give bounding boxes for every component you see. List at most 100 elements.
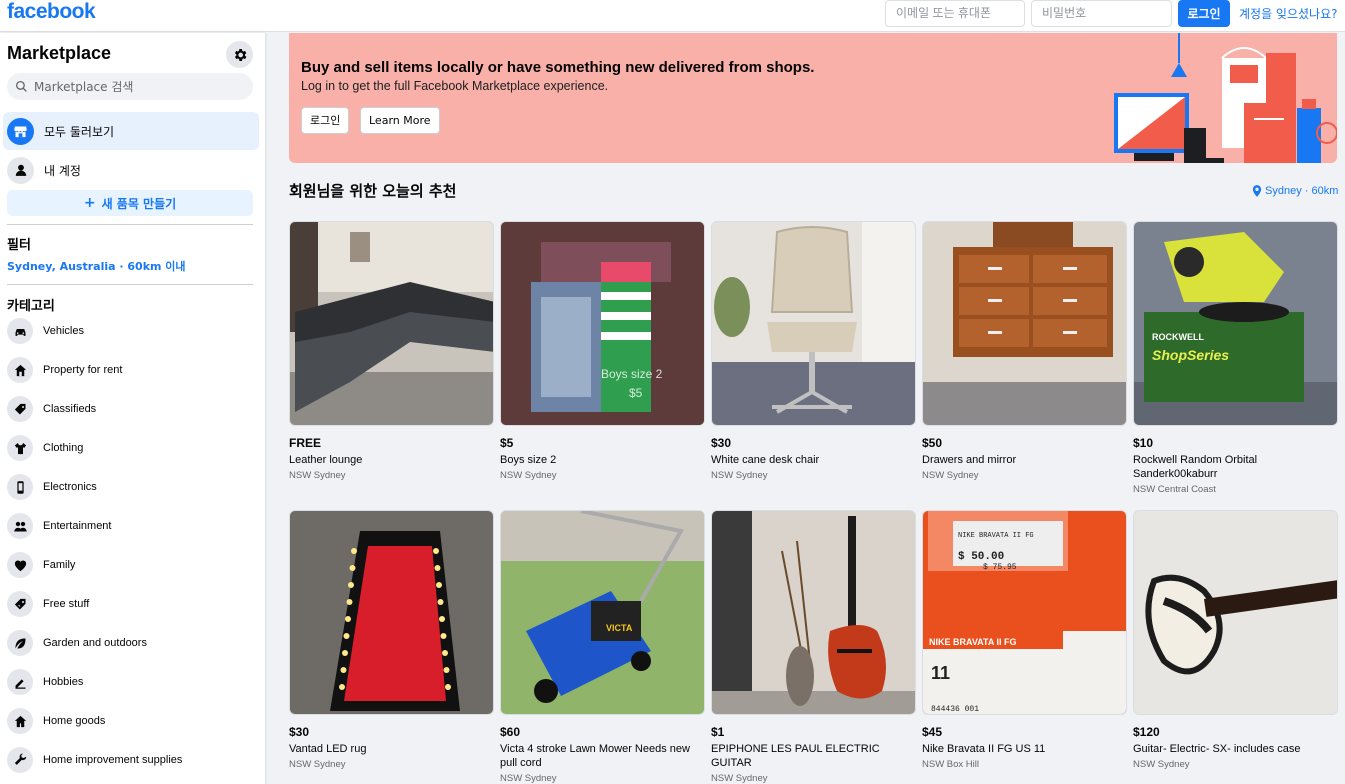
listing-price: $50 bbox=[922, 436, 943, 450]
listing-image[interactable]: NIKE BRAVATA II FG $ 50.00 $ 75.95 NIKE BRA… bbox=[922, 510, 1127, 715]
create-listing-button[interactable]: + 새 품목 만들기 bbox=[7, 190, 253, 216]
listing-card[interactable]: $30 White cane desk chair NSW Sydney bbox=[711, 221, 916, 481]
svg-text:844436 001: 844436 001 bbox=[931, 705, 979, 714]
listing-card[interactable]: Boys size 2 $5 $5 Boys size 2 NSW Sydney bbox=[500, 221, 705, 481]
house-icon bbox=[7, 357, 33, 383]
facebook-logo[interactable]: facebook bbox=[7, 0, 96, 24]
category-property-for-rent[interactable]: Property for rent bbox=[7, 355, 122, 385]
listing-card[interactable]: VICTA $60 Victa 4 stroke Lawn Mower Needs … bbox=[500, 510, 705, 784]
listing-image[interactable]: ROCKWELL ShopSeries bbox=[1133, 221, 1338, 426]
svg-text:$5: $5 bbox=[629, 386, 643, 400]
listing-title: Leather lounge bbox=[289, 454, 363, 466]
create-listing-label: 새 품목 만들기 bbox=[101, 196, 177, 211]
listing-card[interactable]: $120 Guitar- Electric- SX- includes case N… bbox=[1133, 510, 1338, 770]
location-pin-icon bbox=[1252, 185, 1262, 197]
phone-icon bbox=[7, 474, 33, 500]
listing-location: NSW Sydney bbox=[500, 470, 557, 481]
sidebar-title: Marketplace bbox=[7, 43, 112, 63]
category-label: Electronics bbox=[43, 481, 97, 493]
listing-image[interactable]: VICTA bbox=[500, 510, 705, 715]
category-label: Hobbies bbox=[43, 676, 84, 688]
listing-location: NSW Sydney bbox=[1133, 759, 1190, 770]
svg-text:ROCKWELL: ROCKWELL bbox=[1152, 332, 1204, 342]
listing-price: FREE bbox=[289, 436, 322, 450]
category-label: Classifieds bbox=[43, 403, 97, 415]
category-label: Property for rent bbox=[43, 364, 123, 376]
svg-text:$ 50.00: $ 50.00 bbox=[958, 551, 1004, 563]
category-label: Garden and outdoors bbox=[43, 637, 147, 649]
listing-price: $30 bbox=[289, 725, 310, 739]
divider bbox=[7, 224, 253, 225]
listing-card[interactable]: $30 Vantad LED rug NSW Sydney bbox=[289, 510, 494, 770]
listing-price: $1 bbox=[711, 725, 725, 739]
listing-price: $5 bbox=[500, 436, 514, 450]
category-entertainment[interactable]: Entertainment bbox=[7, 511, 111, 541]
listing-card[interactable]: ROCKWELL ShopSeries $10 Rockwell Random Orb… bbox=[1133, 221, 1338, 495]
listing-card[interactable]: FREE Leather lounge NSW Sydney bbox=[289, 221, 494, 481]
category-electronics[interactable]: Electronics bbox=[7, 472, 97, 502]
listing-location: NSW Sydney bbox=[711, 470, 768, 481]
banner-heading: Buy and sell items locally or have somet… bbox=[301, 59, 815, 76]
nav-label: 모두 둘러보기 bbox=[44, 124, 115, 139]
nav-my-account[interactable]: 내 계정 bbox=[0, 151, 260, 189]
banner-login-button[interactable]: 로그인 bbox=[301, 107, 350, 134]
search-icon bbox=[15, 80, 27, 92]
category-free-stuff[interactable]: Free stuff bbox=[7, 589, 89, 619]
category-vehicles[interactable]: Vehicles bbox=[7, 316, 84, 346]
category-clothing[interactable]: Clothing bbox=[7, 433, 83, 463]
listing-image[interactable] bbox=[289, 510, 494, 715]
listing-price: $45 bbox=[922, 725, 943, 739]
listing-price: $60 bbox=[500, 725, 521, 739]
top-bar: facebook 이메일 또는 휴대폰 비밀번호 로그인 계정을 잊으셨나요? bbox=[0, 0, 1345, 32]
location-filter-link[interactable]: Sydney, Australia · 60km 이내 bbox=[7, 258, 186, 274]
category-garden-and-outdoors[interactable]: Garden and outdoors bbox=[7, 628, 147, 658]
plus-icon: + bbox=[83, 195, 96, 211]
category-label: Vehicles bbox=[43, 325, 84, 337]
listing-image[interactable] bbox=[1133, 510, 1338, 715]
tag-icon bbox=[7, 396, 33, 422]
listing-title: EPIPHONE LES PAUL ELECTRIC GUITAR bbox=[711, 743, 880, 769]
search-input[interactable]: Marketplace 검색 bbox=[7, 73, 253, 100]
listing-title: White cane desk chair bbox=[711, 454, 820, 466]
svg-text:Boys size 2: Boys size 2 bbox=[601, 367, 663, 381]
banner-subtext: Log in to get the full Facebook Marketpl… bbox=[301, 79, 609, 93]
login-button[interactable]: 로그인 bbox=[1178, 0, 1230, 27]
listing-card[interactable]: NIKE BRAVATA II FG $ 50.00 $ 75.95 NIKE BRA… bbox=[922, 510, 1127, 770]
listing-image[interactable] bbox=[289, 221, 494, 426]
listing-price: $120 bbox=[1133, 725, 1160, 739]
listing-image[interactable] bbox=[922, 221, 1127, 426]
category-home-improvement-supplies[interactable]: Home improvement supplies bbox=[7, 745, 182, 775]
category-label: Home goods bbox=[43, 715, 106, 727]
password-field[interactable]: 비밀번호 bbox=[1031, 0, 1172, 27]
gear-icon[interactable] bbox=[226, 41, 253, 68]
filter-title: 필터 bbox=[7, 238, 31, 253]
listing-card[interactable]: $50 Drawers and mirror NSW Sydney bbox=[922, 221, 1127, 481]
category-home-goods[interactable]: Home goods bbox=[7, 706, 105, 736]
wrench-icon bbox=[7, 747, 33, 773]
category-label: Free stuff bbox=[43, 598, 90, 610]
listing-card[interactable]: $1 EPIPHONE LES PAUL ELECTRIC GUITAR NSW S… bbox=[711, 510, 916, 784]
listing-title: Victa 4 stroke Lawn Mower Needs new pull… bbox=[500, 743, 690, 769]
category-hobbies[interactable]: Hobbies bbox=[7, 667, 83, 697]
location-link[interactable]: Sydney · 60km bbox=[1252, 185, 1338, 197]
forgot-account-link[interactable]: 계정을 잊으셨나요? bbox=[1239, 5, 1338, 22]
shirt-icon bbox=[7, 435, 33, 461]
category-family[interactable]: Family bbox=[7, 550, 75, 580]
email-field[interactable]: 이메일 또는 휴대폰 bbox=[885, 0, 1025, 27]
home-icon bbox=[7, 708, 33, 734]
category-label: Family bbox=[43, 559, 76, 571]
listing-image[interactable] bbox=[711, 510, 916, 715]
people-icon bbox=[7, 513, 33, 539]
listing-title: Boys size 2 bbox=[500, 454, 557, 466]
nav-browse-all[interactable]: 모두 둘러보기 bbox=[3, 112, 259, 150]
learn-more-button[interactable]: Learn More bbox=[360, 107, 440, 134]
listing-title: Guitar- Electric- SX- includes case bbox=[1133, 743, 1301, 755]
listing-image[interactable] bbox=[711, 221, 916, 426]
listing-title: Rockwell Random Orbital Sanderk00kaburr bbox=[1133, 454, 1258, 480]
listing-price: $10 bbox=[1133, 436, 1154, 450]
heart-icon bbox=[7, 552, 33, 578]
category-classifieds[interactable]: Classifieds bbox=[7, 394, 96, 424]
svg-text:NIKE BRAVATA II FG: NIKE BRAVATA II FG bbox=[958, 532, 1034, 540]
listing-image[interactable]: Boys size 2 $5 bbox=[500, 221, 705, 426]
leaf-icon bbox=[7, 630, 33, 656]
